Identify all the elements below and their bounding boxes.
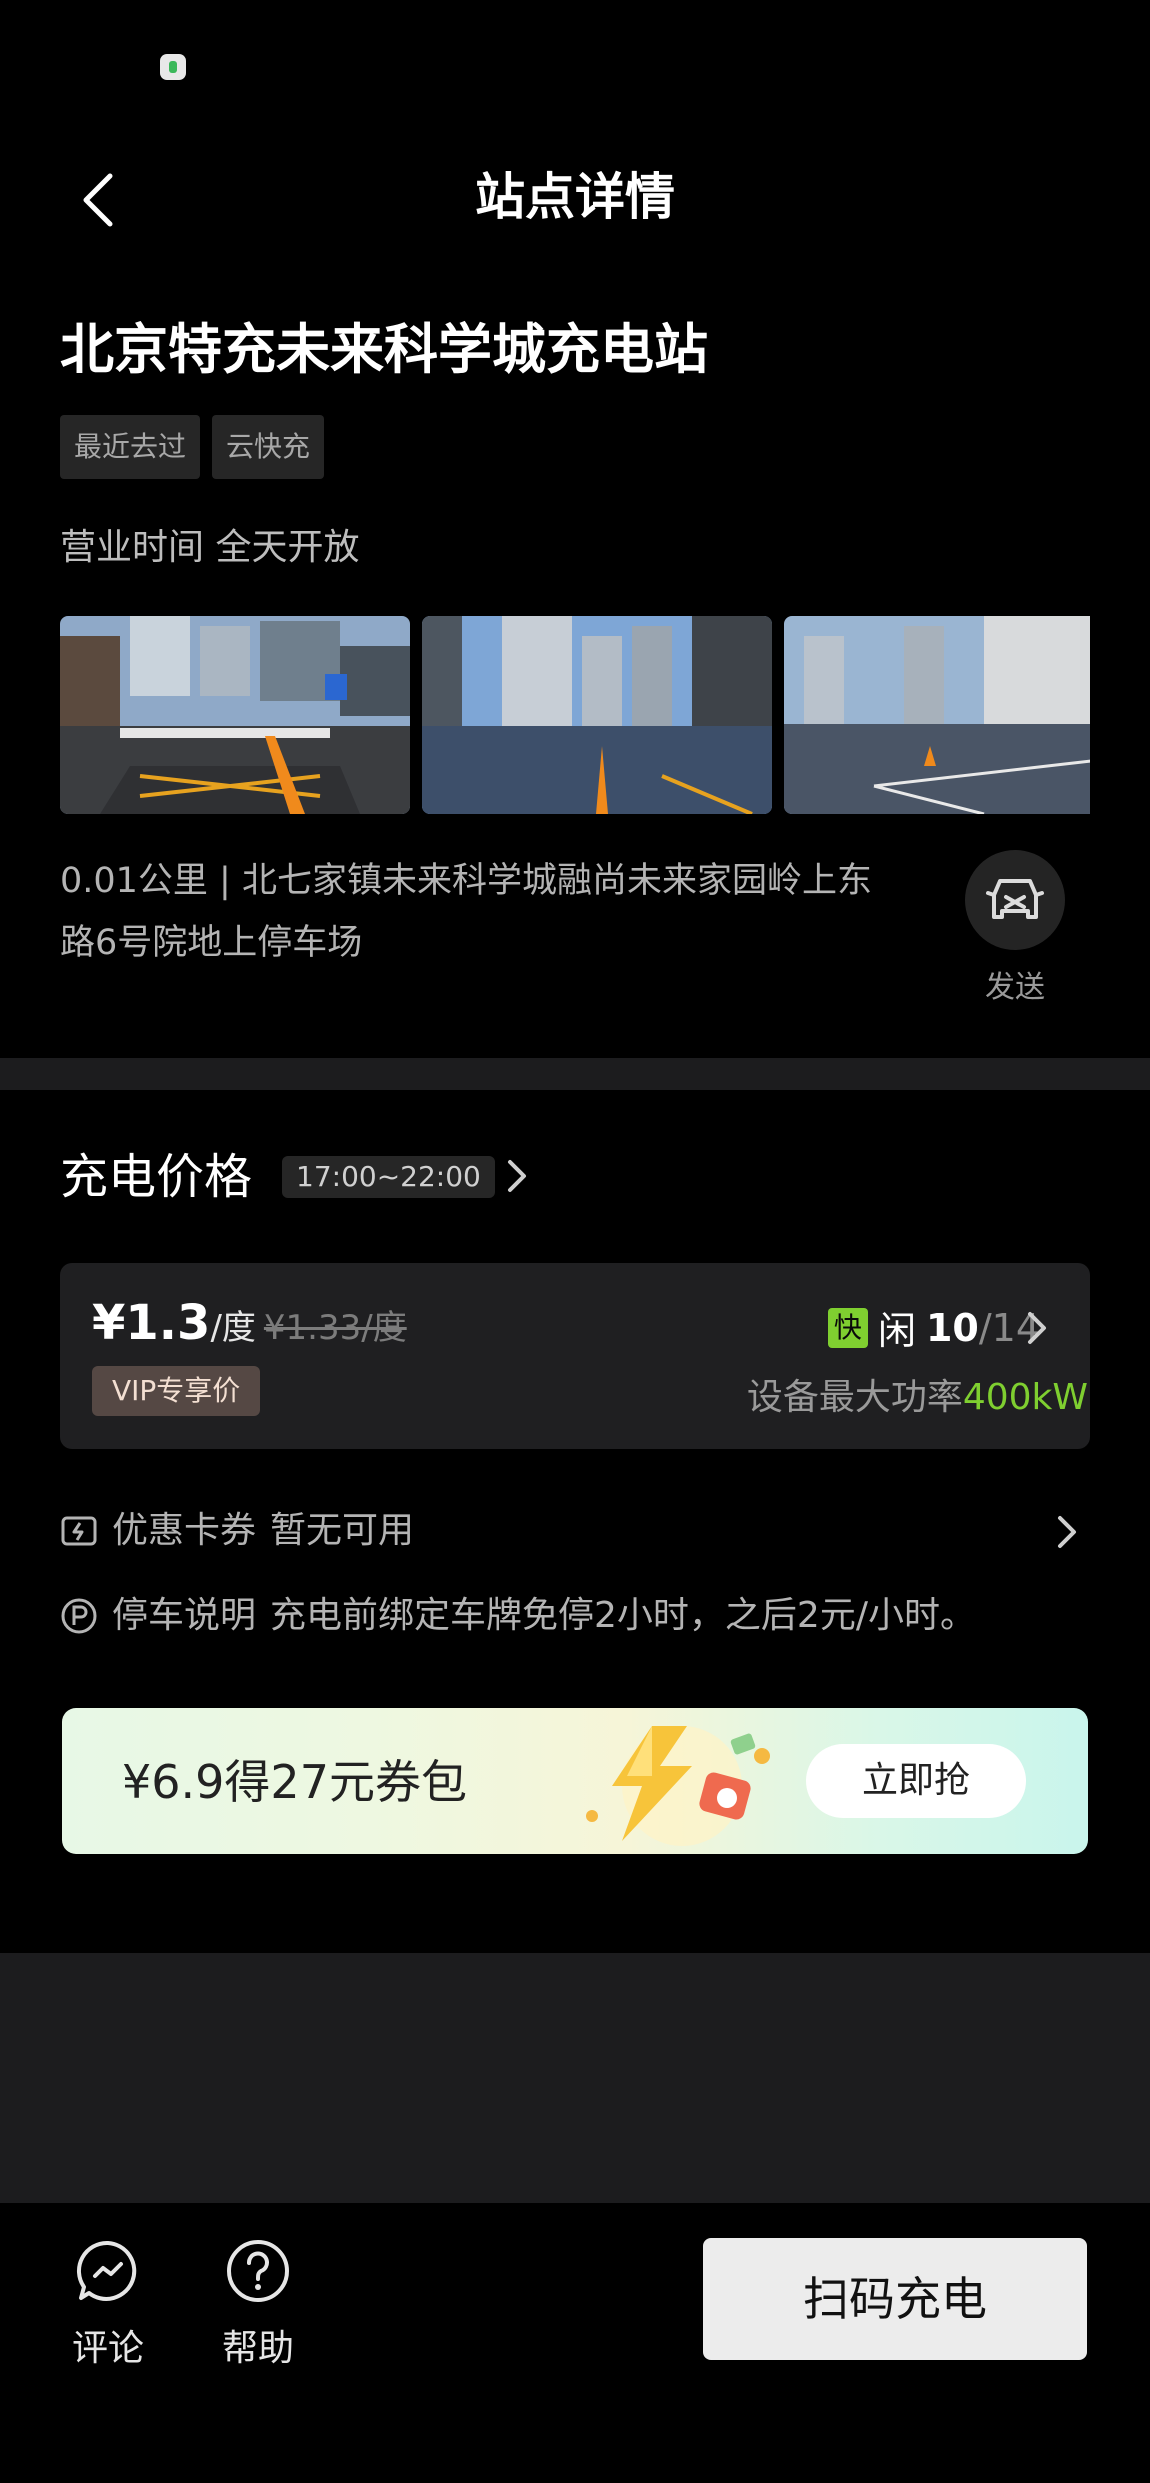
price-unit: /度 [210, 1308, 256, 1348]
coupon-icon [61, 1516, 97, 1546]
parking-info-row: 停车说明 充电前绑定车牌免停2小时，之后2元/小时。 [60, 1590, 976, 1642]
coupon-label: 优惠卡券 [112, 1510, 257, 1551]
chevron-right-icon[interactable] [1022, 1308, 1052, 1348]
station-photo-gallery[interactable] [60, 616, 1090, 814]
station-tags: 最近去过 云快充 [60, 415, 325, 479]
help-label: 帮助 [222, 2328, 295, 2369]
pricing-title: 充电价格 [60, 1149, 253, 1205]
help-button[interactable]: 帮助 [222, 2238, 294, 2371]
station-name: 北京特充未来科学城充电站 [60, 318, 708, 381]
help-icon [227, 2240, 289, 2302]
section-divider [0, 1058, 1150, 1090]
parking-value: 充电前绑定车牌免停2小时，之后2元/小时。 [270, 1595, 976, 1636]
idle-count: 10 [925, 1305, 979, 1350]
max-power-label: 设备最大功率 [746, 1377, 963, 1418]
promo-grab-button[interactable]: 立即抢 [806, 1744, 1026, 1818]
page-title: 站点详情 [475, 168, 675, 226]
station-photo-1[interactable] [60, 616, 410, 814]
idle-label: 闲 [877, 1309, 916, 1353]
price-time-range[interactable]: 17:00~22:00 [282, 1156, 495, 1198]
comment-label: 评论 [72, 2328, 145, 2369]
price-value: ¥1.3 [92, 1295, 211, 1351]
chevron-right-icon[interactable] [1052, 1512, 1082, 1552]
original-price: ¥1.33/度 [263, 1308, 407, 1348]
max-power: 设备最大功率400kW [747, 1368, 1088, 1420]
parking-icon [61, 1598, 97, 1634]
chevron-right-icon[interactable] [502, 1156, 532, 1196]
parking-label: 停车说明 [112, 1595, 257, 1636]
notification-app-icon [160, 54, 186, 80]
tag-operator: 云快充 [212, 415, 325, 479]
price-card[interactable] [60, 1263, 1090, 1449]
station-photo-2[interactable] [422, 616, 772, 814]
content-spacer [0, 1953, 1150, 2203]
charger-availability: 快 闲 10/14 [827, 1300, 1040, 1355]
station-photo-3[interactable] [784, 616, 1090, 814]
lightning-gift-illustration [586, 1726, 770, 1846]
coupon-value: 暂无可用 [270, 1510, 415, 1551]
fast-charge-badge: 快 [827, 1307, 868, 1348]
station-address: 0.01公里 | 北七家镇未来科学城融尚未来家园岭上东路6号院地上停车场 [60, 861, 872, 963]
promo-text: ¥6.9得27元券包 [122, 1755, 467, 1809]
comment-icon [76, 2240, 137, 2301]
opening-hours: 营业时间 全天开放 [60, 527, 360, 568]
max-power-value: 400kW [962, 1377, 1088, 1418]
send-label: 发送 [985, 970, 1045, 1005]
car-icon [965, 850, 1065, 950]
send-to-car-button[interactable]: 发送 [965, 850, 1065, 1006]
current-price: ¥1.3 /度 ¥1.33/度 [92, 1295, 407, 1351]
coupon-row[interactable]: 优惠卡券 暂无可用 [60, 1505, 414, 1557]
tag-recently-visited: 最近去过 [60, 415, 201, 479]
scan-to-charge-button[interactable]: 扫码充电 [703, 2238, 1087, 2360]
vip-price-badge: VIP专享价 [92, 1366, 261, 1416]
comment-button[interactable]: 评论 [72, 2238, 144, 2371]
